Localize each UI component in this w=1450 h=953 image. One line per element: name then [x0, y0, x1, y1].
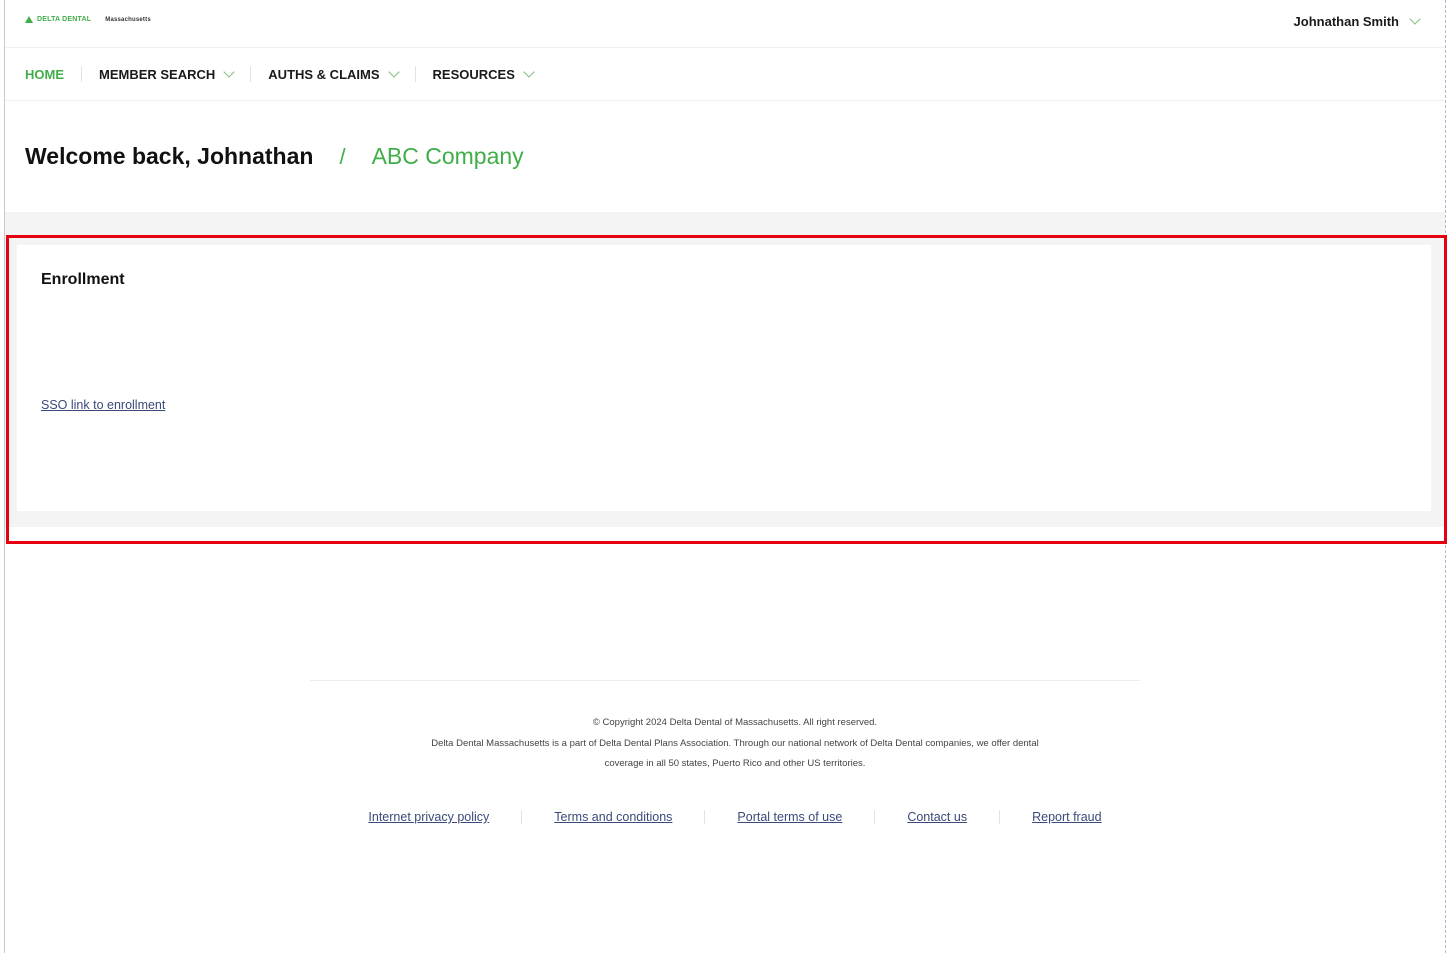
- footer-text: © Copyright 2024 Delta Dental of Massach…: [310, 713, 1160, 775]
- logo-brand-text: DELTA DENTAL: [37, 16, 92, 23]
- welcome-greeting: Welcome back, Johnathan: [25, 143, 314, 169]
- delta-dental-logo[interactable]: DELTA DENTAL Massachusetts: [25, 16, 151, 23]
- user-name: Johnathan Smith: [1293, 14, 1399, 29]
- nav-item-home[interactable]: HOME: [5, 64, 81, 84]
- company-name: ABC Company: [371, 143, 524, 169]
- delta-triangle-icon: [25, 16, 33, 23]
- chevron-down-icon: [223, 65, 235, 78]
- chevron-down-icon: [523, 65, 535, 78]
- nav-item-label: HOME: [25, 66, 64, 82]
- nav-item-label: RESOURCES: [432, 66, 515, 82]
- chevron-down-icon: [1409, 13, 1421, 25]
- terms-conditions-link[interactable]: Terms and conditions: [522, 810, 704, 824]
- footer-copyright: © Copyright 2024 Delta Dental of Massach…: [592, 717, 878, 728]
- page-frame: DELTA DENTAL Massachusetts Johnathan Smi…: [4, 0, 1447, 953]
- privacy-policy-link[interactable]: Internet privacy policy: [336, 810, 521, 824]
- report-fraud-link[interactable]: Report fraud: [1000, 810, 1133, 824]
- user-menu-button[interactable]: Johnathan Smith: [1293, 13, 1421, 29]
- nav-item-label: MEMBER SEARCH: [99, 66, 216, 82]
- contact-us-link[interactable]: Contact us: [875, 810, 999, 824]
- nav-item-label: AUTHS & CLAIMS: [268, 66, 380, 82]
- top-bar: DELTA DENTAL Massachusetts Johnathan Smi…: [5, 0, 1445, 48]
- logo-region-text: Massachusetts: [105, 16, 151, 23]
- breadcrumb-separator: /: [339, 143, 346, 169]
- enrollment-title: Enrollment: [41, 271, 125, 288]
- footer-divider: [310, 680, 1140, 681]
- sso-enrollment-link[interactable]: SSO link to enrollment: [41, 398, 165, 412]
- enrollment-card: Enrollment SSO link to enrollment: [17, 245, 1431, 511]
- chevron-down-icon: [387, 65, 400, 78]
- footer-description-line-1: Delta Dental Massachusetts is a part of …: [431, 737, 1039, 749]
- nav-item-resources[interactable]: RESOURCES: [416, 64, 550, 84]
- footer-description-line-2: coverage in all 50 states, Puerto Rico a…: [604, 758, 866, 769]
- footer-links: Internet privacy policy Terms and condit…: [310, 810, 1160, 824]
- nav-item-member-search[interactable]: MEMBER SEARCH: [82, 64, 250, 84]
- nav-item-auths-claims[interactable]: AUTHS & CLAIMS: [251, 64, 414, 84]
- welcome-heading: Welcome back, Johnathan / ABC Company: [25, 143, 524, 170]
- portal-terms-link[interactable]: Portal terms of use: [705, 810, 874, 824]
- main-nav: HOME MEMBER SEARCH AUTHS & CLAIMS RESOUR…: [5, 48, 1445, 101]
